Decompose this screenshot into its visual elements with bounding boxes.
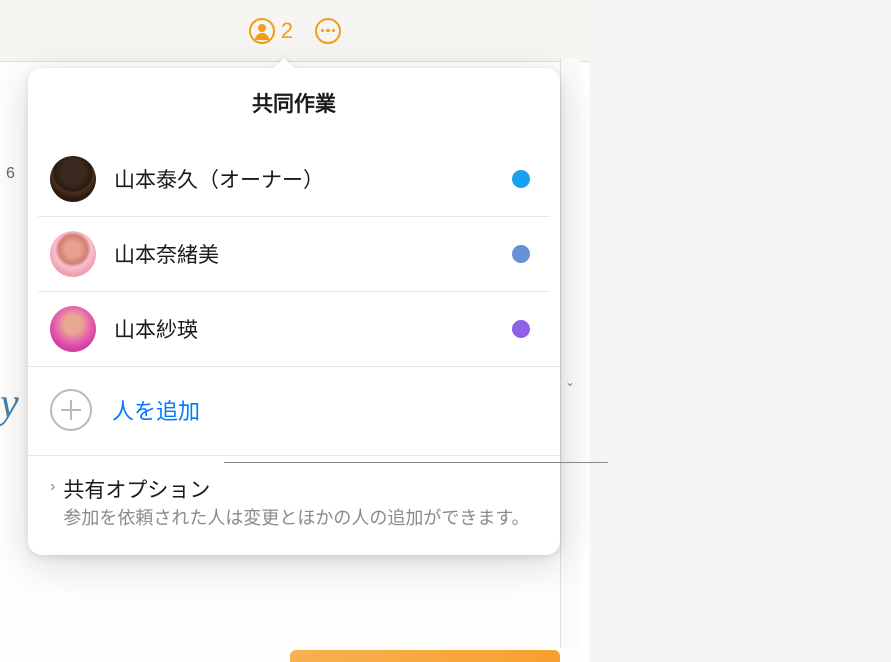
participant-row[interactable]: 山本奈緒美 [38,217,550,292]
add-people-label: 人を追加 [112,394,200,426]
share-options-row[interactable]: › 共有オプション 参加を依頼された人は変更とほかの人の追加ができます。 [28,456,560,555]
popover-title: 共同作業 [28,68,560,142]
chevron-down-icon: ⌄ [565,375,575,389]
add-people-button[interactable]: 人を追加 [28,366,560,456]
toolbar: 2 [0,0,590,62]
collaboration-popover: 共同作業 山本泰久（オーナー） 山本奈緒美 山本紗瑛 人を追加 › 共有オプショ… [28,68,560,555]
inspector-panel [560,58,580,648]
avatar [50,306,96,352]
avatar [50,231,96,277]
background-text: 6 [6,165,15,183]
participant-name: 山本泰久（オーナー） [114,164,494,194]
participant-name: 山本奈緒美 [114,239,494,269]
presence-dot [512,320,530,338]
collaboration-button[interactable]: 2 [249,18,293,44]
participant-row[interactable]: 山本紗瑛 [38,292,550,366]
participant-row[interactable]: 山本泰久（オーナー） [38,142,550,217]
chevron-right-icon: › [50,478,55,531]
avatar [50,156,96,202]
participant-name: 山本紗瑛 [114,314,494,344]
background-cursive: y [0,380,19,428]
presence-dot [512,245,530,263]
share-options-title: 共有オプション [63,474,538,504]
bottom-gradient-bar [290,650,560,662]
participant-list: 山本泰久（オーナー） 山本奈緒美 山本紗瑛 [28,142,560,366]
presence-dot [512,170,530,188]
share-options-content: 共有オプション 参加を依頼された人は変更とほかの人の追加ができます。 [63,474,538,531]
collaboration-count: 2 [281,18,293,44]
annotation-line [224,462,608,463]
share-options-description: 参加を依頼された人は変更とほかの人の追加ができます。 [63,506,538,531]
more-icon[interactable] [315,18,341,44]
plus-circle-icon [50,389,92,431]
person-circle-icon [249,18,275,44]
popover-arrow [272,58,296,70]
